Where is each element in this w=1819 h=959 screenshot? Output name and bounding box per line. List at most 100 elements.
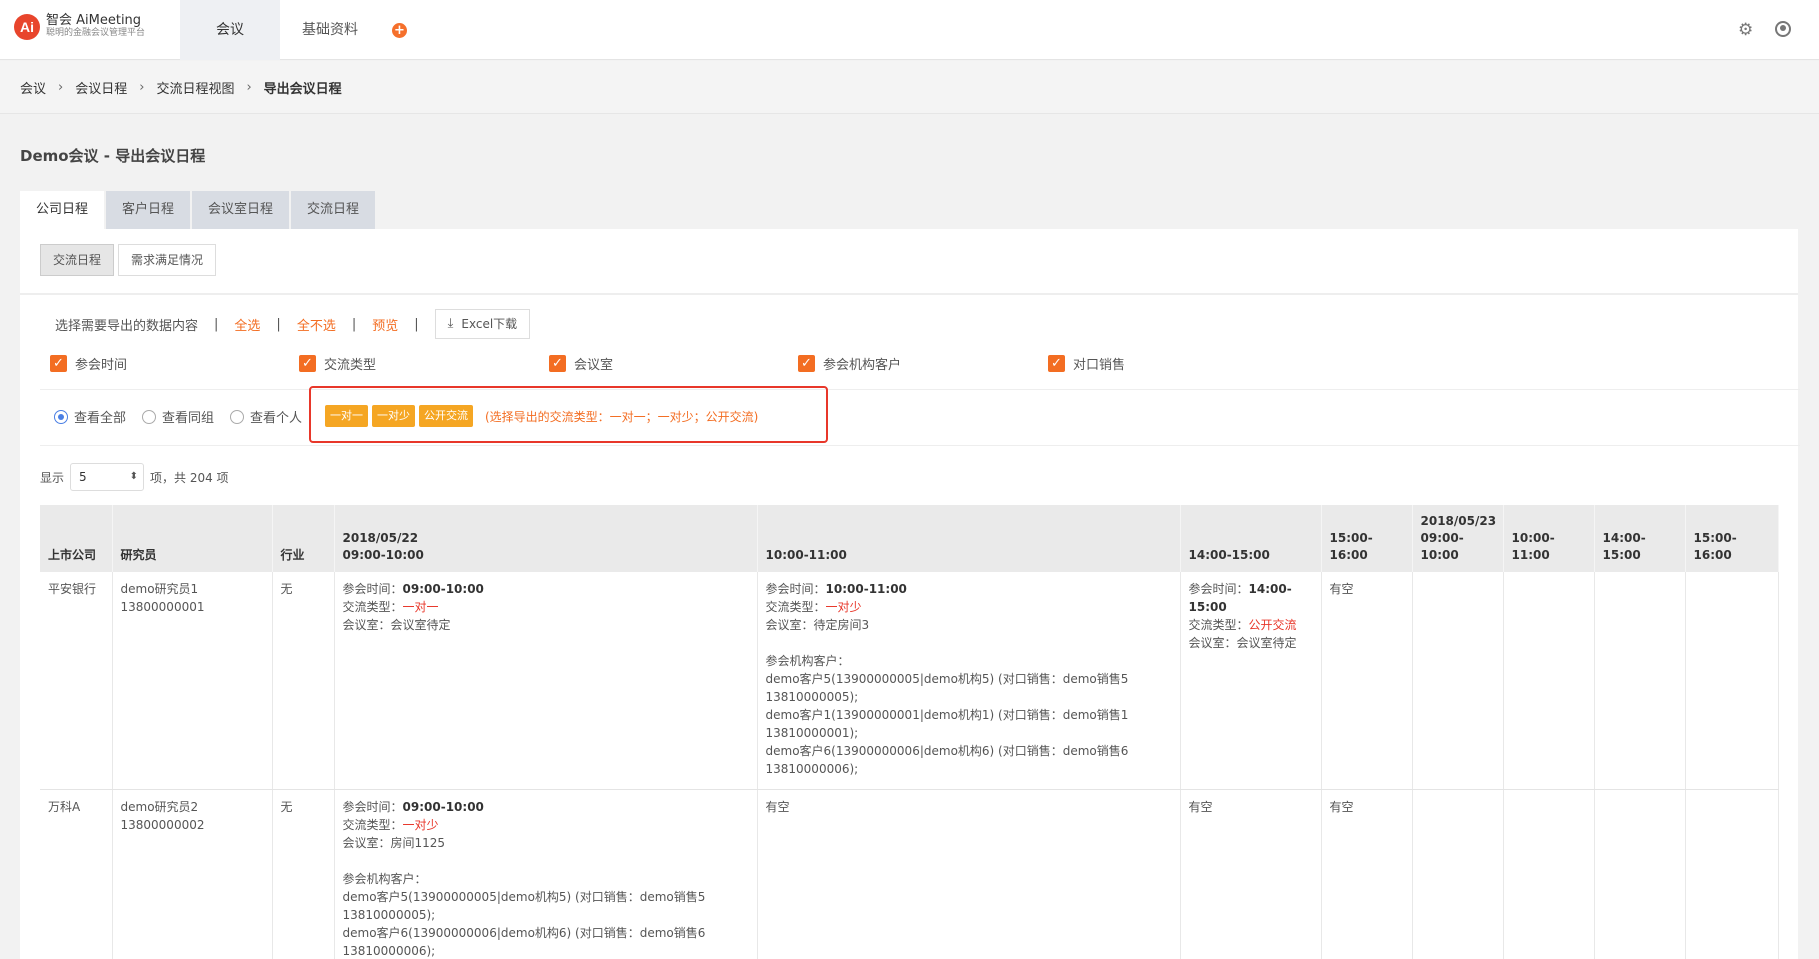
breadcrumb-schedule[interactable]: 会议日程: [75, 78, 127, 97]
field-label: 交流类型：: [342, 600, 403, 614]
breadcrumb-current: 导出会议日程: [263, 81, 342, 97]
type-one-on-one-button[interactable]: 一对一: [325, 405, 368, 427]
divider: [20, 293, 1798, 295]
checkbox-room[interactable]: ✓ 会议室: [549, 354, 613, 373]
col-slot-8[interactable]: 15:00-16:00: [1685, 505, 1779, 572]
col-industry[interactable]: 行业: [272, 505, 335, 572]
client-line: demo客户6(13900000006|demo机构6) (对口销售：demo销…: [765, 744, 1129, 758]
cell-free: 有空: [1180, 789, 1322, 959]
checkbox-exchange-type[interactable]: ✓ 交流类型: [299, 354, 376, 373]
divider: [40, 389, 1800, 390]
radio-view-personal[interactable]: 查看个人: [230, 407, 302, 426]
select-all-link[interactable]: 全选: [234, 315, 260, 334]
export-label: 选择需要导出的数据内容: [55, 318, 199, 334]
radio-view-all[interactable]: 查看全部: [54, 407, 126, 426]
excel-download-button[interactable]: ⤓ Excel下载: [434, 309, 531, 339]
table-row: 万科A demo研究员2 13800000002 无 参会时间：09:00-10…: [40, 789, 1779, 959]
col-slot-2[interactable]: 10:00-11:00: [757, 505, 1181, 572]
col-company[interactable]: 上市公司: [40, 505, 113, 572]
cell-company: 平安银行: [40, 572, 113, 790]
show-prefix: 显示: [40, 470, 65, 485]
tab-company-schedule[interactable]: 公司日程: [20, 191, 105, 229]
cell-researcher: demo研究员2 13800000002: [112, 789, 273, 959]
subtab-demand[interactable]: 需求满足情况: [118, 244, 217, 276]
tab-room-schedule[interactable]: 会议室日程: [192, 191, 290, 229]
page-title: Demo会议 - 导出会议日程: [20, 147, 206, 165]
preview-link[interactable]: 预览: [372, 315, 398, 334]
radio-label: 查看同组: [162, 411, 215, 426]
checkbox-clients[interactable]: ✓ 参会机构客户: [798, 354, 901, 373]
field-label: 会议室：: [1188, 636, 1237, 650]
col-researcher[interactable]: 研究员: [112, 505, 273, 572]
exchange-type: 公开交流: [1248, 618, 1297, 632]
subtab-exchange[interactable]: 交流日程: [40, 244, 115, 276]
col-slot-1[interactable]: 2018/05/22 09:00-10:00: [334, 505, 758, 572]
cell-free: 有空: [1321, 789, 1413, 959]
cell-empty: [1685, 789, 1779, 959]
checkmark-icon: ✓: [50, 355, 67, 372]
breadcrumb-meetings[interactable]: 会议: [20, 78, 46, 97]
breadcrumb-exchange-view[interactable]: 交流日程视图: [156, 78, 234, 97]
checkbox-sales[interactable]: ✓ 对口销售: [1048, 354, 1125, 373]
cell-schedule: 参会时间：09:00-10:00 交流类型：一对一 会议室：会议室待定: [334, 572, 758, 790]
cell-empty: [1503, 572, 1595, 790]
exchange-type: 一对一: [402, 600, 439, 614]
sub-tabs: 交流日程 需求满足情况: [40, 244, 220, 276]
col-slot-7[interactable]: 14:00-15:00: [1594, 505, 1686, 572]
col-slot-3[interactable]: 14:00-15:00: [1180, 505, 1322, 572]
checkmark-icon: ✓: [299, 355, 316, 372]
checkbox-label: 参会机构客户: [823, 358, 902, 373]
app-logo[interactable]: Ai 智会 AiMeeting 聪明的金融会议管理平台: [14, 14, 145, 40]
exchange-type: 一对少: [402, 817, 439, 832]
header-time: 09:00-10:00: [342, 548, 424, 562]
download-icon: ⤓: [447, 316, 454, 331]
logo-subtitle: 聪明的金融会议管理平台: [46, 28, 146, 38]
field-label: 参会机构客户：: [765, 654, 850, 668]
type-public-button[interactable]: 公开交流: [419, 405, 473, 427]
col-slot-6[interactable]: 10:00-11:00: [1503, 505, 1595, 572]
checkbox-meeting-time[interactable]: ✓ 参会时间: [50, 354, 127, 373]
field-label: 会议室：: [765, 618, 814, 632]
divider: [40, 445, 1800, 446]
select-none-link[interactable]: 全不选: [297, 315, 336, 334]
user-icon[interactable]: [1775, 21, 1791, 37]
client-line: 13810000005);: [765, 690, 859, 704]
chevron-right-icon: ›: [139, 79, 145, 95]
separator: |: [214, 316, 219, 332]
field-label: 参会时间：: [342, 799, 403, 814]
gear-icon[interactable]: ⚙: [1738, 20, 1753, 40]
logo-icon: Ai: [14, 14, 40, 40]
cell-empty: [1594, 572, 1686, 790]
nav-basic-data[interactable]: 基础资料: [290, 0, 370, 60]
cell-company: 万科A: [40, 789, 113, 959]
page-size-select[interactable]: 5: [70, 463, 145, 491]
checkbox-label: 交流类型: [324, 358, 377, 373]
radio-label: 查看个人: [250, 411, 303, 426]
field-label: 会议室：: [342, 618, 391, 632]
col-slot-5[interactable]: 2018/05/23 09:00-10:00: [1412, 505, 1504, 572]
meeting-room: 待定房间3: [813, 618, 870, 632]
client-line: 13810000001);: [765, 726, 859, 740]
checkmark-icon: ✓: [1048, 355, 1065, 372]
header-date: 2018/05/22: [342, 531, 419, 545]
table-header-row: 上市公司 研究员 行业 2018/05/22 09:00-10:00 10:00-…: [40, 505, 1779, 572]
checkmark-icon: ✓: [798, 355, 815, 372]
cell-empty: [1503, 789, 1595, 959]
cell-industry: 无: [272, 789, 335, 959]
header-time: 09:00-10:00: [1420, 531, 1464, 562]
cell-industry: 无: [272, 572, 335, 790]
client-line: 13810000006);: [342, 943, 436, 958]
type-small-group-button[interactable]: 一对少: [372, 405, 415, 427]
radio-label: 查看全部: [74, 411, 127, 426]
nav-meetings[interactable]: 会议: [180, 0, 280, 60]
breadcrumb: 会议 › 会议日程 › 交流日程视图 › 导出会议日程: [0, 61, 1819, 114]
client-line: 13810000005);: [342, 907, 436, 922]
tab-exchange-schedule[interactable]: 交流日程: [291, 191, 376, 229]
checkbox-label: 参会时间: [75, 358, 128, 373]
cell-schedule: 参会时间：14:00- 15:00 交流类型：公开交流 会议室：会议室待定: [1180, 572, 1322, 790]
exchange-type-filters: 一对一 一对少 公开交流 (选择导出的交流类型：一对一；一对少；公开交流): [325, 405, 758, 427]
radio-view-group[interactable]: 查看同组: [142, 407, 214, 426]
add-icon[interactable]: +: [392, 23, 407, 38]
tab-client-schedule[interactable]: 客户日程: [106, 191, 191, 229]
col-slot-4[interactable]: 15:00-16:00: [1321, 505, 1413, 572]
